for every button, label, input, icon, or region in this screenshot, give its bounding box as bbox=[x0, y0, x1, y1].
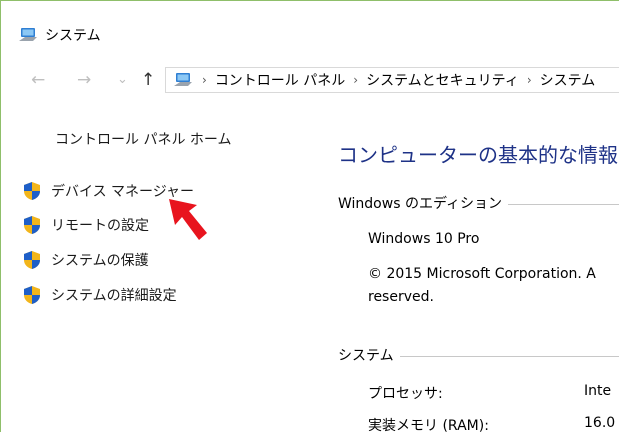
divider bbox=[399, 355, 619, 357]
section-label: システム bbox=[338, 348, 394, 364]
ram-value: 16.0 bbox=[584, 415, 616, 431]
copyright-text-cont: reserved. bbox=[368, 289, 434, 305]
forward-arrow-icon[interactable]: → bbox=[77, 70, 91, 90]
processor-label: プロセッサ: bbox=[368, 386, 443, 402]
uac-shield-icon bbox=[24, 182, 40, 200]
computer-icon bbox=[19, 28, 37, 41]
edition-section-header: Windows のエディション bbox=[338, 193, 619, 213]
chevron-right-icon: › bbox=[202, 73, 207, 87]
control-panel-home-link[interactable]: コントロール パネル ホーム bbox=[55, 129, 231, 149]
system-window: システム ← → ⌄ ↑ › コントロール パネル › システムとセキュリティ … bbox=[0, 0, 619, 432]
uac-shield-icon bbox=[24, 286, 40, 304]
title-bar: システム bbox=[19, 23, 101, 47]
sidebar-item-advanced-settings[interactable]: システムの詳細設定 bbox=[23, 283, 177, 307]
breadcrumb-system[interactable]: システム bbox=[540, 70, 596, 90]
address-bar[interactable]: › コントロール パネル › システムとセキュリティ › システム bbox=[165, 67, 619, 93]
up-arrow-icon[interactable]: ↑ bbox=[141, 70, 155, 90]
uac-shield-icon bbox=[24, 216, 40, 234]
sidebar-item-system-protection[interactable]: システムの保護 bbox=[23, 248, 149, 272]
copyright-text: © 2015 Microsoft Corporation. A bbox=[368, 266, 596, 282]
chevron-right-icon[interactable]: › bbox=[527, 73, 532, 87]
sidebar-item-label: リモートの設定 bbox=[51, 218, 149, 234]
sidebar-item-remote-settings[interactable]: リモートの設定 bbox=[23, 213, 149, 237]
chevron-right-icon[interactable]: › bbox=[353, 73, 358, 87]
back-arrow-icon[interactable]: ← bbox=[31, 70, 45, 90]
sidebar-item-label: システムの保護 bbox=[51, 253, 149, 269]
navigation-bar: ← → ⌄ ↑ › コントロール パネル › システムとセキュリティ › システ… bbox=[1, 65, 619, 95]
recent-locations-icon[interactable]: ⌄ bbox=[117, 72, 128, 87]
window-title: システム bbox=[45, 28, 101, 44]
section-label: Windows のエディション bbox=[338, 196, 502, 212]
computer-icon bbox=[174, 73, 192, 86]
ram-label: 実装メモリ (RAM): bbox=[368, 418, 489, 432]
page-title: コンピューターの基本的な情報の bbox=[338, 143, 619, 167]
breadcrumb-control-panel[interactable]: コントロール パネル bbox=[215, 70, 345, 90]
uac-shield-icon bbox=[24, 251, 40, 269]
processor-value: Inte bbox=[584, 383, 612, 399]
breadcrumb-system-security[interactable]: システムとセキュリティ bbox=[366, 70, 519, 90]
divider bbox=[507, 203, 619, 205]
system-section-header: システム bbox=[338, 345, 619, 365]
red-pointer-arrow-icon bbox=[169, 199, 207, 240]
edition-name: Windows 10 Pro bbox=[368, 231, 480, 247]
sidebar-item-label: システムの詳細設定 bbox=[51, 288, 177, 304]
